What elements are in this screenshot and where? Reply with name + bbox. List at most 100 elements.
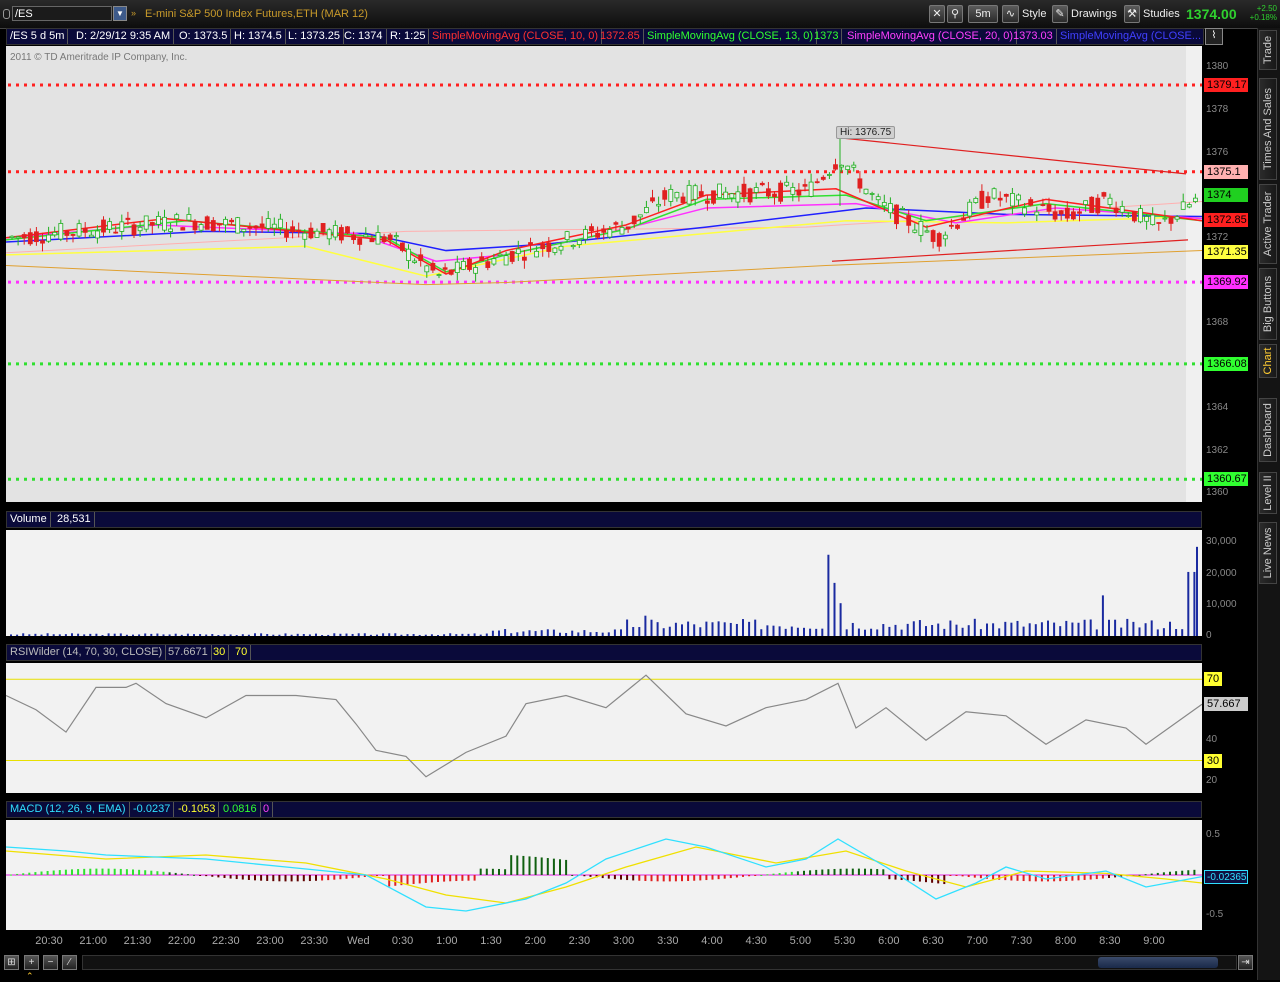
bar-low: L: 1373.25	[285, 29, 344, 44]
symbol-dropdown-button[interactable]: ▼	[113, 6, 127, 21]
volume-bar	[327, 634, 330, 636]
candle	[747, 188, 753, 203]
horizontal-scrollbar[interactable]	[82, 955, 1237, 970]
volume-bar	[620, 629, 622, 636]
price-marker: 1369.92	[1204, 275, 1248, 290]
candle	[271, 223, 277, 229]
drawings-button[interactable]: Drawings	[1071, 8, 1117, 20]
macd-histogram-bar	[949, 875, 952, 876]
tab-big-buttons[interactable]: Big Buttons	[1259, 268, 1277, 340]
time-tick: 4:30	[745, 935, 767, 947]
candle	[223, 218, 228, 226]
time-axis[interactable]: 20:30 21:00 21:30 22:00 22:30 23:00 23:30 Wed 0:…	[6, 930, 1202, 952]
macd-label[interactable]: MACD (12, 26, 9, EMA)	[7, 802, 130, 817]
tab-label: Big Buttons	[1262, 275, 1274, 333]
candle	[576, 239, 582, 245]
macd-histogram-bar	[162, 871, 165, 875]
scrollbar-thumb[interactable]	[1098, 957, 1218, 968]
price-chart[interactable]	[6, 46, 1202, 502]
macd-histogram-bar	[424, 875, 427, 883]
tab-trade[interactable]: Trade	[1259, 30, 1277, 70]
macd-histogram-bar	[979, 875, 982, 879]
tab-active-trader[interactable]: Active Trader	[1259, 184, 1277, 264]
volume-chart[interactable]	[6, 530, 1202, 636]
macd-histogram-bar	[1193, 869, 1196, 875]
volume-bar	[906, 623, 909, 636]
style-icon[interactable]: ∿	[1002, 5, 1019, 23]
rsi-axis[interactable]: 70 57.667 40 30 20	[1202, 663, 1257, 798]
link-icon[interactable]	[3, 9, 10, 19]
macd-histogram-bar	[1144, 874, 1147, 876]
drawing-tool-icon[interactable]: ⁄	[62, 955, 77, 970]
macd-chart[interactable]	[6, 820, 1202, 930]
candle	[1174, 216, 1180, 220]
macd-histogram-bar	[711, 875, 714, 880]
volume-bar	[565, 632, 568, 636]
candle	[894, 204, 899, 225]
tab-live-news[interactable]: Live News	[1259, 522, 1277, 584]
volume-bar	[516, 632, 519, 636]
time-tick: 23:00	[256, 935, 284, 947]
tab-times-and-sales[interactable]: Times And Sales	[1259, 78, 1277, 180]
macd-histogram-bar	[1150, 873, 1153, 875]
time-tick: 23:30	[300, 935, 328, 947]
timeframe-button[interactable]: 5m	[968, 5, 998, 23]
volume-bar	[430, 634, 433, 636]
tab-level-ii[interactable]: Level II	[1259, 472, 1277, 514]
tab-dashboard[interactable]: Dashboard	[1259, 398, 1277, 462]
rsi-label[interactable]: RSIWilder (14, 70, 30, CLOSE)	[7, 645, 167, 660]
macd-histogram-bar	[931, 875, 934, 883]
chevron-icon[interactable]: »	[131, 8, 136, 18]
rsi-chart[interactable]	[6, 663, 1202, 793]
volume-bar	[64, 634, 67, 636]
time-tick: 2:30	[568, 935, 591, 947]
zoom-in-icon[interactable]: +	[24, 955, 39, 970]
price-axis[interactable]: 1380137813761374137213701368136613641362…	[1202, 46, 1257, 502]
macd-histogram-bar	[473, 875, 476, 881]
tab-chart[interactable]: Chart	[1259, 344, 1277, 378]
studies-button[interactable]: Studies	[1143, 8, 1180, 20]
candle	[955, 224, 960, 229]
volume-axis[interactable]: 30,000 20,000 10,000 0	[1202, 530, 1257, 641]
sma-blue-label[interactable]: SimpleMovingAvg (CLOSE...	[1057, 29, 1203, 44]
scroll-right-icon[interactable]: ⇥	[1238, 955, 1253, 970]
sma10-label[interactable]: SimpleMovingAvg (CLOSE, 10, 0)	[429, 29, 603, 44]
macd-histogram-bar	[186, 874, 189, 876]
volume-bar	[290, 634, 293, 636]
style-button[interactable]: Style	[1022, 8, 1046, 20]
macd-histogram-bar	[1108, 875, 1110, 878]
pencil-icon[interactable]: ✎	[1052, 5, 1068, 23]
macd-histogram-bar	[565, 859, 568, 875]
candle	[40, 240, 45, 244]
chart-settings-icon[interactable]: ⌇	[1205, 28, 1223, 45]
macd-histogram-bar	[693, 875, 696, 881]
candle	[277, 218, 283, 229]
tab-label: Times And Sales	[1262, 87, 1274, 171]
macd-histogram-bar	[1022, 875, 1025, 882]
studies-icon[interactable]: ⚒	[1124, 5, 1140, 23]
volume-bar	[412, 634, 415, 636]
zoom-out-icon[interactable]: −	[43, 955, 58, 970]
crosshair-icon[interactable]: ✕	[929, 5, 945, 23]
sma13-label[interactable]: SimpleMovingAvg (CLOSE, 13, 0)	[644, 29, 818, 44]
volume-bar	[388, 633, 391, 636]
candle	[753, 187, 759, 193]
price-marker: 1375.1	[1204, 164, 1248, 179]
volume-bar	[1193, 571, 1196, 636]
macd-histogram-bar	[803, 870, 805, 875]
expand-up-icon[interactable]: ⌃	[26, 971, 34, 982]
volume-label[interactable]: Volume	[7, 512, 51, 527]
magnify-icon[interactable]: ⚲	[947, 5, 963, 23]
price-study-header: /ES 5 d 5m D: 2/29/12 9:35 AM O: 1373.5 …	[6, 28, 1204, 45]
macd-histogram-bar	[559, 859, 561, 875]
macd-axis[interactable]: 0.5 -0.02365 -0.5	[1202, 820, 1257, 935]
candle	[552, 247, 558, 253]
symbol-period[interactable]: /ES 5 d 5m	[7, 29, 69, 44]
macd-histogram-bar	[992, 875, 995, 880]
candle	[625, 226, 631, 230]
sma20-label[interactable]: SimpleMovingAvg (CLOSE, 20, 0)	[844, 29, 1018, 44]
symbol-input[interactable]: /ES	[12, 6, 112, 21]
grid-icon[interactable]: ⊞	[4, 955, 19, 970]
candle	[979, 190, 985, 209]
volume-bar	[260, 633, 263, 636]
